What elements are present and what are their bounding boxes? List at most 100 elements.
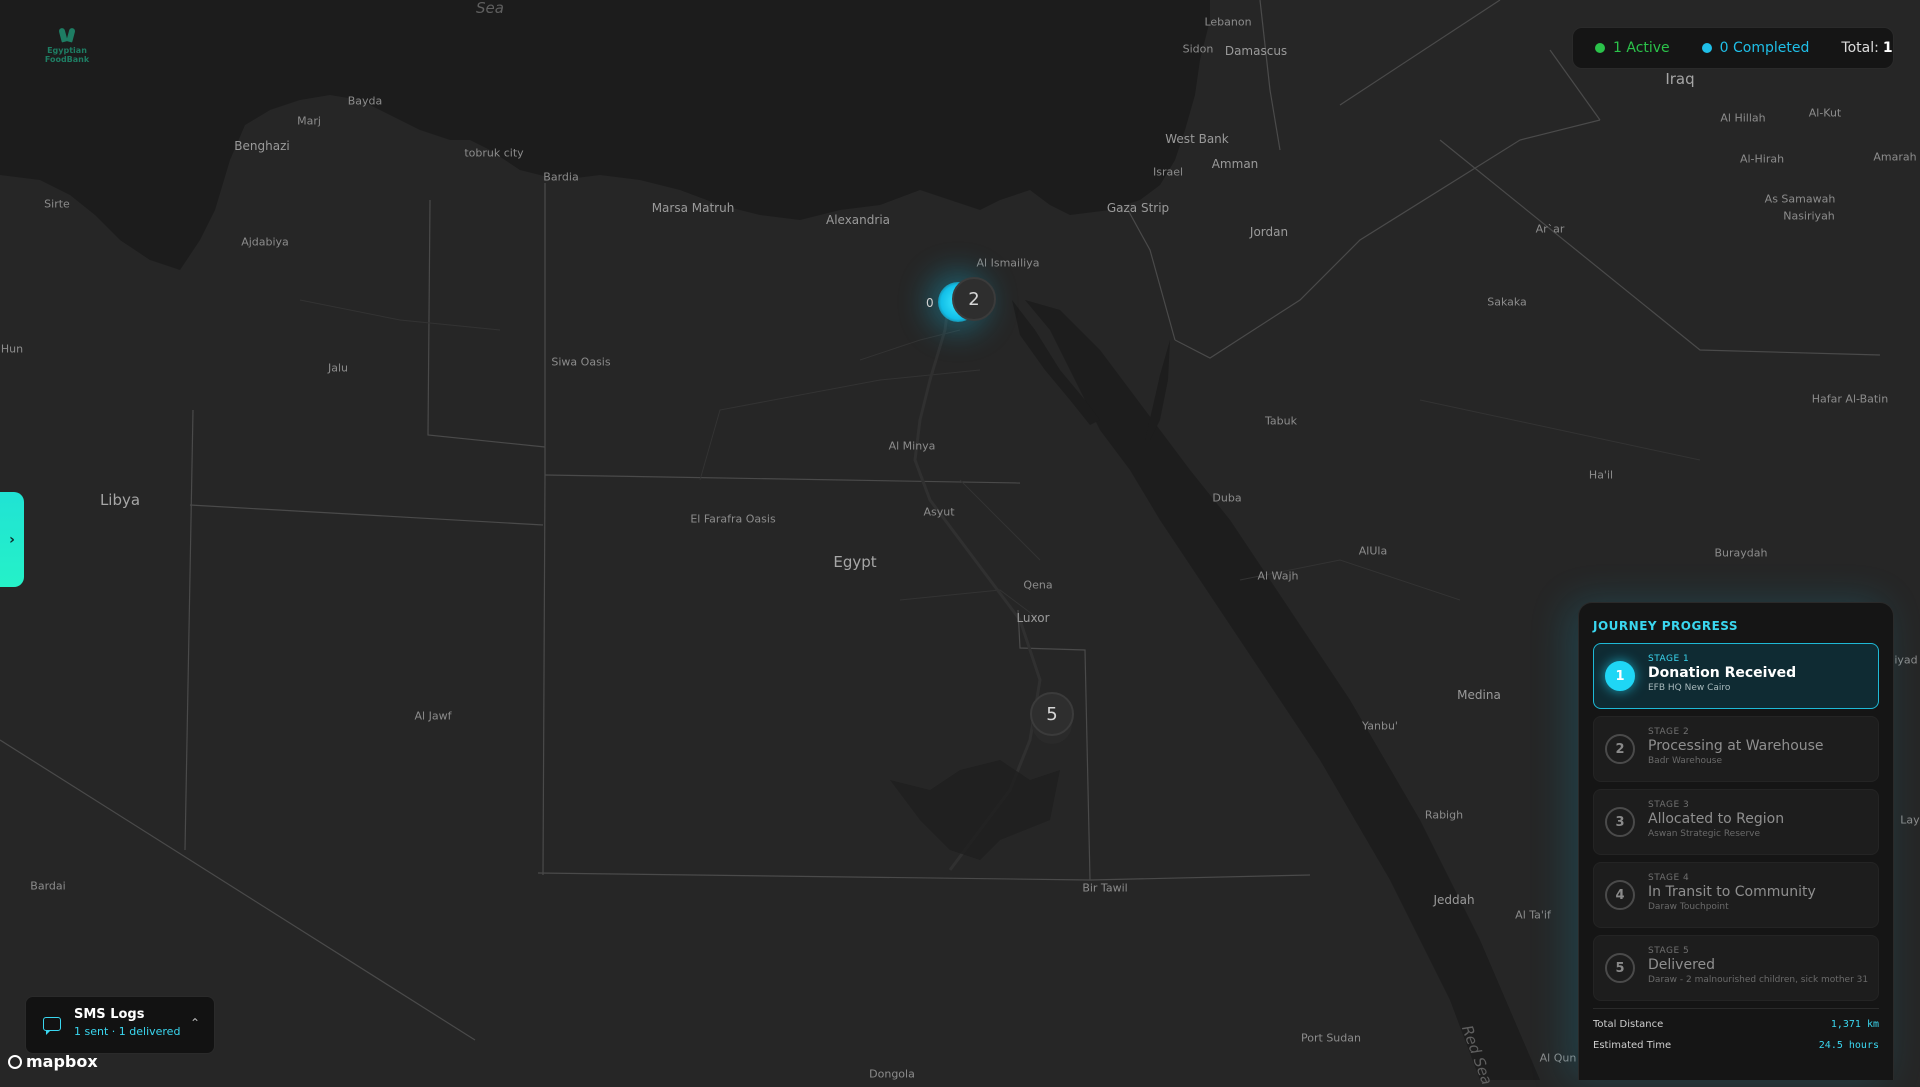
map-place-label: Buraydah bbox=[1714, 546, 1768, 560]
stage-list: 1 STAGE 1 Donation Received EFB HQ New Cair… bbox=[1593, 643, 1879, 1001]
sms-logs-title: SMS Logs bbox=[74, 1007, 145, 1022]
stage-location: Daraw - 2 malnourished children, sick mo… bbox=[1648, 975, 1868, 985]
stage-title: Processing at Warehouse bbox=[1648, 738, 1824, 754]
map-place-label: West Bank bbox=[1165, 132, 1229, 146]
map-place-label: Al Ismailiya bbox=[976, 256, 1040, 270]
map-place-label: Al-Hirah bbox=[1739, 152, 1785, 166]
journey-stage-3[interactable]: 3 STAGE 3 Allocated to Region Aswan Strateg… bbox=[1593, 789, 1879, 855]
stage-number-badge: 1 bbox=[1605, 661, 1635, 691]
map-place-label: Lay bbox=[1900, 813, 1920, 827]
estimated-time-label: Estimated Time bbox=[1593, 1040, 1672, 1051]
map-place-label: Al Ta'if bbox=[1515, 908, 1551, 922]
stage-title: In Transit to Community bbox=[1648, 884, 1816, 900]
map-place-label: Sidon bbox=[1182, 42, 1214, 56]
chat-icon bbox=[43, 1017, 61, 1035]
map-place-label: AlUla bbox=[1358, 544, 1388, 558]
map-place-label: Bardai bbox=[30, 879, 66, 893]
mapbox-icon bbox=[8, 1054, 22, 1069]
active-dot-icon bbox=[1595, 43, 1605, 53]
map-place-label: Amarah bbox=[1873, 150, 1917, 164]
map-place-label: Israel bbox=[1152, 165, 1184, 179]
estimated-time-value: 24.5 hours bbox=[1818, 1040, 1879, 1051]
map-place-label: Damascus bbox=[1224, 44, 1288, 58]
map-place-label: Al Hillah bbox=[1720, 111, 1766, 125]
journey-stage-5[interactable]: 5 STAGE 5 Delivered Daraw - 2 malnourished … bbox=[1593, 935, 1879, 1001]
map-place-label: Alexandria bbox=[825, 213, 891, 227]
map-place-label: Asyut bbox=[923, 505, 955, 519]
completed-label: 0 Completed bbox=[1719, 40, 1810, 56]
map-place-label: Al Jawf bbox=[414, 709, 452, 723]
map-place-label: Al-Kut bbox=[1808, 106, 1842, 120]
stage-number-badge: 2 bbox=[1605, 734, 1635, 764]
journey-progress-panel: JOURNEY PROGRESS 1 STAGE 1 Donation Receiv… bbox=[1578, 602, 1894, 1080]
map-place-label: Jordan bbox=[1249, 225, 1289, 239]
map-place-label: Jalu bbox=[327, 361, 349, 375]
total-distance-row: Total Distance 1,371 km bbox=[1593, 1019, 1879, 1030]
map-place-label: Tabuk bbox=[1265, 414, 1297, 428]
stage-number-label: STAGE 1 bbox=[1648, 654, 1690, 664]
total-distance-label: Total Distance bbox=[1593, 1019, 1664, 1030]
map-place-label: Al Wajh bbox=[1257, 569, 1299, 583]
total-count: Total: 1 bbox=[1841, 40, 1892, 56]
map-place-label: Bardia bbox=[543, 170, 579, 184]
map-place-label: Lebanon bbox=[1204, 15, 1252, 29]
map-place-label: Qena bbox=[1023, 578, 1053, 592]
map-place-label: Marj bbox=[297, 114, 321, 128]
map-place-label: tobruk city bbox=[464, 146, 524, 160]
completed-dot-icon bbox=[1701, 43, 1712, 53]
stage-location: EFB HQ New Cairo bbox=[1648, 683, 1731, 693]
stage-title: Donation Received bbox=[1648, 665, 1797, 681]
map-place-label: Duba bbox=[1212, 491, 1242, 505]
journey-stage-2[interactable]: 2 STAGE 2 Processing at Warehouse Badr Ware… bbox=[1593, 716, 1879, 782]
sms-logs-subtitle: 1 sent · 1 delivered bbox=[74, 1025, 181, 1038]
cluster-count: 2 bbox=[968, 288, 980, 310]
stage-number-label: STAGE 5 bbox=[1648, 946, 1690, 956]
mapbox-attribution[interactable]: mapbox bbox=[8, 1052, 98, 1071]
stage-location: Aswan Strategic Reserve bbox=[1648, 829, 1761, 839]
map-place-label: Ha'il bbox=[1588, 468, 1614, 482]
cluster-marker[interactable]: 5 bbox=[1030, 692, 1074, 736]
map-place-label: Rabigh bbox=[1424, 808, 1464, 822]
stage-location: Badr Warehouse bbox=[1648, 756, 1722, 766]
stage-title: Allocated to Region bbox=[1648, 811, 1785, 827]
map-place-label: El Farafra Oasis bbox=[690, 512, 776, 526]
total-value: 1 bbox=[1882, 40, 1893, 56]
journey-stage-4[interactable]: 4 STAGE 4 In Transit to Community Daraw Tou… bbox=[1593, 862, 1879, 928]
expand-sidebar-button[interactable]: › bbox=[0, 492, 24, 587]
map-place-label: As Samawah bbox=[1764, 192, 1836, 206]
stage-title: Delivered bbox=[1648, 957, 1716, 973]
lake-nasser bbox=[890, 760, 1060, 860]
cluster-count: 5 bbox=[1046, 703, 1058, 725]
active-count: 1 Active bbox=[1595, 40, 1670, 56]
partial-marker-label: 0 bbox=[926, 296, 934, 310]
map-place-label: Iraq bbox=[1665, 70, 1695, 88]
map-place-label: Hun bbox=[0, 342, 24, 356]
leaf-icon bbox=[60, 24, 74, 42]
map-place-label: Al Minya bbox=[888, 439, 936, 453]
chevron-right-icon: › bbox=[9, 531, 15, 548]
gulf-of-aqaba bbox=[1145, 340, 1170, 440]
total-distance-value: 1,371 km bbox=[1830, 1019, 1879, 1030]
cluster-marker[interactable]: 2 bbox=[952, 277, 996, 321]
map-place-label: Amman bbox=[1211, 157, 1259, 171]
map-place-label: Luxor bbox=[1016, 611, 1050, 625]
map-place-label: Sakaka bbox=[1487, 295, 1527, 309]
map-place-label: Dongola bbox=[869, 1067, 915, 1081]
map-place-label: Gaza Strip bbox=[1106, 201, 1170, 215]
journey-stage-1[interactable]: 1 STAGE 1 Donation Received EFB HQ New Cair… bbox=[1593, 643, 1879, 709]
map-place-label: Sea bbox=[476, 0, 504, 17]
map-place-label: Benghazi bbox=[234, 139, 290, 153]
divider bbox=[1593, 1008, 1879, 1009]
egyptian-foodbank-logo: Egyptian FoodBank bbox=[38, 24, 96, 64]
sms-logs-toggle[interactable]: SMS Logs 1 sent · 1 delivered ⌃ bbox=[25, 996, 215, 1054]
stage-number-label: STAGE 3 bbox=[1648, 800, 1690, 810]
total-label: Total: bbox=[1841, 40, 1879, 56]
journey-title: JOURNEY PROGRESS bbox=[1593, 619, 1739, 633]
mediterranean-sea bbox=[0, 0, 1210, 270]
chevron-up-icon: ⌃ bbox=[189, 1016, 200, 1030]
completed-count: 0 Completed bbox=[1701, 40, 1810, 56]
map-place-label: iyad bbox=[1894, 653, 1918, 667]
mapbox-text: mapbox bbox=[26, 1052, 98, 1071]
estimated-time-row: Estimated Time 24.5 hours bbox=[1593, 1040, 1879, 1051]
stage-number-label: STAGE 4 bbox=[1648, 873, 1690, 883]
